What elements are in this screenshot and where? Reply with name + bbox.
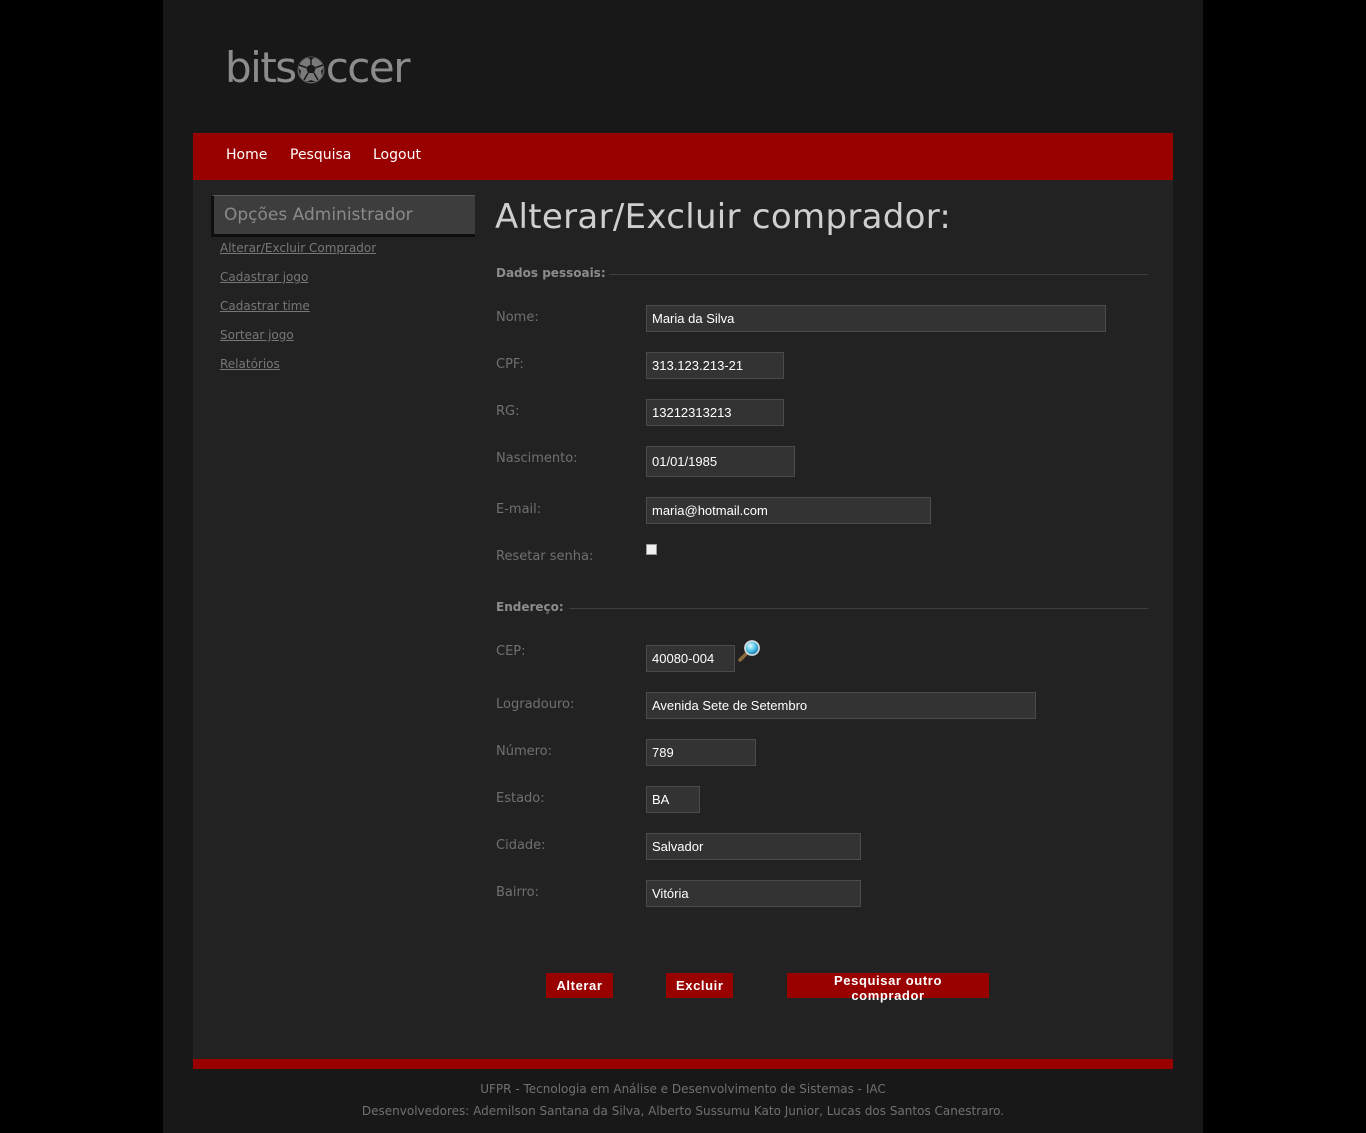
nome-field[interactable] xyxy=(646,305,1106,332)
top-nav: Home Pesquisa Logout xyxy=(193,133,1173,181)
sidebar-link-relatorios[interactable]: Relatórios xyxy=(220,357,280,371)
alterar-button[interactable]: Alterar xyxy=(546,973,613,998)
nav-home[interactable]: Home xyxy=(226,147,267,163)
rg-field[interactable] xyxy=(646,399,784,426)
label-rg: RG: xyxy=(496,404,520,419)
excluir-button[interactable]: Excluir xyxy=(666,973,733,998)
section-heading-address: Endereço: xyxy=(496,600,564,614)
footer-line-1: UFPR - Tecnologia em Análise e Desenvolv… xyxy=(480,1082,886,1096)
magnifier-icon[interactable] xyxy=(737,639,763,663)
label-logradouro: Logradouro: xyxy=(496,697,575,712)
nascimento-field[interactable] xyxy=(646,446,795,477)
resetar-senha-checkbox[interactable] xyxy=(646,544,657,555)
email-field[interactable] xyxy=(646,497,931,524)
sidebar-link-sortear-jogo[interactable]: Sortear jogo xyxy=(220,328,294,342)
bairro-field[interactable] xyxy=(646,880,861,907)
cpf-field[interactable] xyxy=(646,352,784,379)
logo-text-right: ccer xyxy=(325,43,411,92)
logo: bits ccer xyxy=(225,43,411,92)
cidade-field[interactable] xyxy=(646,833,861,860)
section-divider xyxy=(609,274,1148,275)
logradouro-field[interactable] xyxy=(646,692,1036,719)
sidebar-link-alterar-comprador[interactable]: Alterar/Excluir Comprador xyxy=(220,241,376,255)
soccer-ball-icon xyxy=(297,56,325,84)
sidebar-link-cadastrar-time[interactable]: Cadastrar time xyxy=(220,299,310,313)
section-divider xyxy=(569,608,1148,609)
label-resetar-senha: Resetar senha: xyxy=(496,549,594,564)
label-numero: Número: xyxy=(496,744,553,759)
footer-line-2: Desenvolvedores: Ademilson Santana da Si… xyxy=(361,1104,1005,1118)
label-cep: CEP: xyxy=(496,644,526,659)
estado-field[interactable] xyxy=(646,786,700,813)
sidebar-title: Opções Administrador xyxy=(211,195,475,237)
nav-logout[interactable]: Logout xyxy=(373,147,421,163)
label-email: E-mail: xyxy=(496,502,542,517)
label-nascimento: Nascimento: xyxy=(496,451,578,466)
label-cidade: Cidade: xyxy=(496,838,546,853)
pesquisar-outro-comprador-button[interactable]: Pesquisar outro comprador xyxy=(787,973,989,1003)
label-estado: Estado: xyxy=(496,791,545,806)
numero-field[interactable] xyxy=(646,739,756,766)
label-cpf: CPF: xyxy=(496,357,524,372)
page-title: Alterar/Excluir comprador: xyxy=(495,197,952,237)
logo-text-left: bits xyxy=(225,43,297,92)
footer-bar xyxy=(193,1059,1173,1069)
sidebar-link-cadastrar-jogo[interactable]: Cadastrar jogo xyxy=(220,270,308,284)
label-bairro: Bairro: xyxy=(496,885,540,900)
label-nome: Nome: xyxy=(496,310,539,325)
nav-pesquisa[interactable]: Pesquisa xyxy=(290,147,351,163)
cep-field[interactable] xyxy=(646,645,735,672)
section-heading-personal: Dados pessoais: xyxy=(496,266,606,280)
